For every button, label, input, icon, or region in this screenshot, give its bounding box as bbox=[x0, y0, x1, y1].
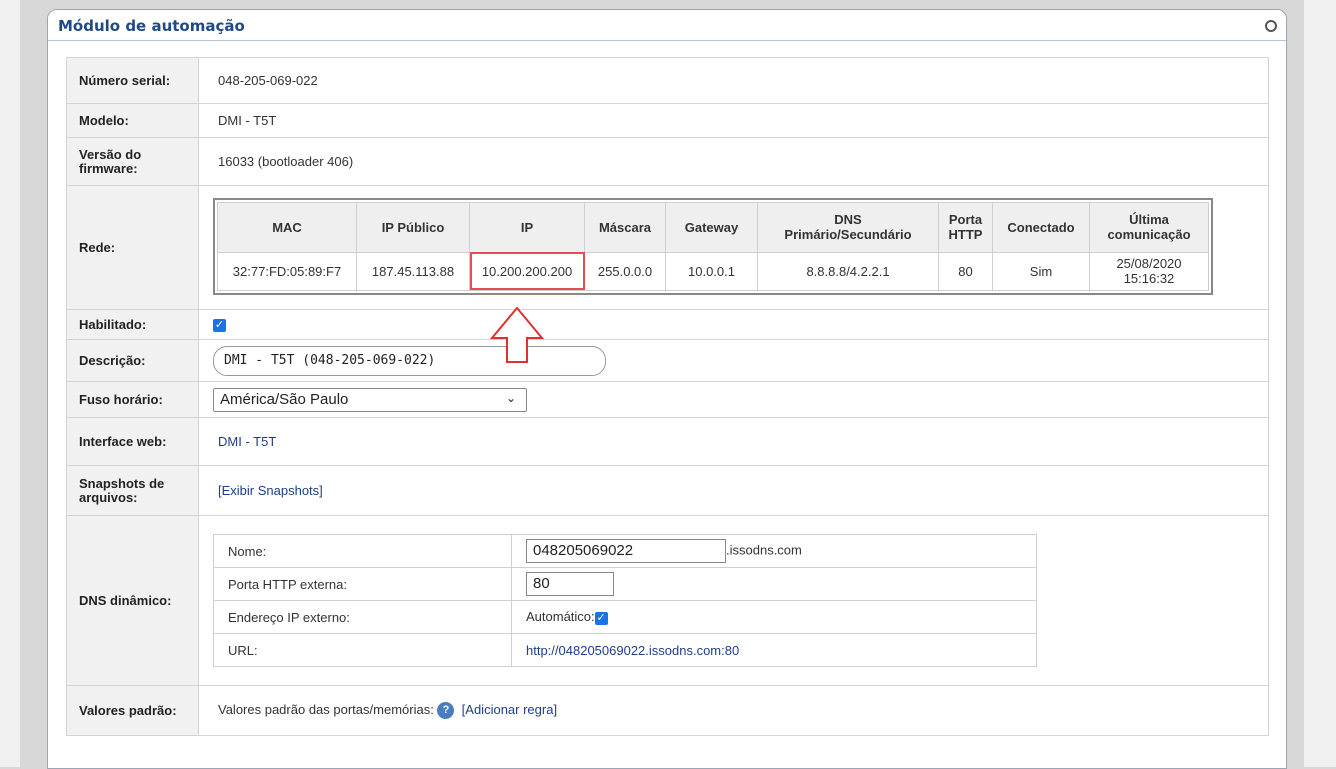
close-icon[interactable] bbox=[1265, 20, 1277, 32]
ddns-auto-checkbox[interactable]: ✓ bbox=[594, 611, 608, 625]
col-public-ip: IP Público bbox=[356, 201, 470, 253]
port-value: 80 bbox=[938, 251, 993, 291]
serial-label: Número serial: bbox=[66, 57, 199, 104]
network-row: 32:77:FD:05:89:F7 187.45.113.88 10.200.2… bbox=[217, 251, 1209, 291]
timezone-label: Fuso horário: bbox=[66, 381, 199, 418]
page-margin-left bbox=[0, 0, 20, 767]
col-connected: Conectado bbox=[992, 201, 1090, 253]
enabled-checkbox[interactable]: ✓ bbox=[213, 319, 226, 333]
page-margin-right bbox=[1304, 0, 1336, 767]
up-arrow-annotation bbox=[489, 306, 545, 363]
network-table: MAC IP Público IP Máscara Gateway DNS Pri… bbox=[217, 201, 1209, 291]
defaults-text: Valores padrão das portas/memórias: bbox=[218, 701, 434, 717]
network-label: Rede: bbox=[66, 185, 199, 310]
col-port: Porta HTTP bbox=[938, 201, 993, 253]
firmware-label: Versão do firmware: bbox=[66, 137, 199, 186]
ddns-external-ip-label: Endereço IP externo: bbox=[213, 600, 512, 634]
dns-value: 8.8.8.8/4.2.2.1 bbox=[757, 251, 939, 291]
ddns-url-label: URL: bbox=[213, 633, 512, 667]
enabled-label: Habilitado: bbox=[66, 309, 199, 340]
ddns-port-label: Porta HTTP externa: bbox=[213, 567, 512, 601]
mac-value: 32:77:FD:05:89:F7 bbox=[217, 251, 357, 291]
defaults-label: Valores padrão: bbox=[66, 685, 199, 736]
ddns-name-suffix: .issodns.com bbox=[726, 542, 802, 558]
timezone-selected-value: América/São Paulo bbox=[220, 391, 349, 408]
connected-value: Sim bbox=[992, 251, 1090, 291]
last-communication-value: 25/08/2020 15:16:32 bbox=[1089, 251, 1209, 291]
gateway-value: 10.0.0.1 bbox=[665, 251, 758, 291]
mask-value: 255.0.0.0 bbox=[584, 251, 666, 291]
snapshots-link[interactable]: [Exibir Snapshots] bbox=[218, 483, 323, 498]
model-value: DMI - T5T bbox=[198, 103, 1269, 138]
col-gateway: Gateway bbox=[665, 201, 758, 253]
webui-link[interactable]: DMI - T5T bbox=[218, 434, 276, 449]
col-mask: Máscara bbox=[584, 201, 666, 253]
network-table-frame: MAC IP Público IP Máscara Gateway DNS Pri… bbox=[213, 197, 1213, 295]
panel-title: Módulo de automação bbox=[58, 17, 245, 35]
webui-label: Interface web: bbox=[66, 417, 199, 466]
ddns-port-input[interactable]: 80 bbox=[526, 572, 614, 596]
model-label: Modelo: bbox=[66, 103, 199, 138]
timezone-select[interactable]: América/São Paulo ⌄ bbox=[213, 387, 527, 412]
description-label: Descrição: bbox=[66, 339, 199, 382]
col-dns: DNS Primário/Secundário bbox=[757, 201, 939, 253]
chevron-down-icon: ⌄ bbox=[505, 390, 516, 405]
ddns-table: Nome: 048205069022 .issodns.com Porta HTT… bbox=[213, 534, 1037, 667]
col-last-communication: Última comunicação bbox=[1089, 201, 1209, 253]
ddns-label: DNS dinâmico: bbox=[66, 515, 199, 686]
col-mac: MAC bbox=[217, 201, 357, 253]
ddns-external-ip-auto-label: Automático: bbox=[526, 609, 595, 625]
serial-value: 048-205-069-022 bbox=[198, 57, 1269, 104]
col-ip: IP bbox=[469, 201, 585, 253]
ddns-name-label: Nome: bbox=[213, 534, 512, 568]
details-table: Número serial: 048-205-069-022 Modelo: D… bbox=[66, 57, 1269, 736]
help-icon[interactable]: ? bbox=[437, 702, 455, 720]
ip-value: 10.200.200.200 bbox=[469, 251, 585, 291]
add-rule-link[interactable]: [Adicionar regra] bbox=[462, 702, 557, 717]
panel-header: Módulo de automação bbox=[48, 10, 1286, 41]
firmware-value: 16033 (bootloader 406) bbox=[198, 137, 1269, 186]
public-ip-value: 187.45.113.88 bbox=[356, 251, 470, 291]
snapshots-label: Snapshots de arquivos: bbox=[66, 465, 199, 516]
ddns-name-input[interactable]: 048205069022 bbox=[526, 539, 726, 563]
ddns-url-link[interactable]: http://048205069022.issodns.com:80 bbox=[526, 643, 739, 658]
